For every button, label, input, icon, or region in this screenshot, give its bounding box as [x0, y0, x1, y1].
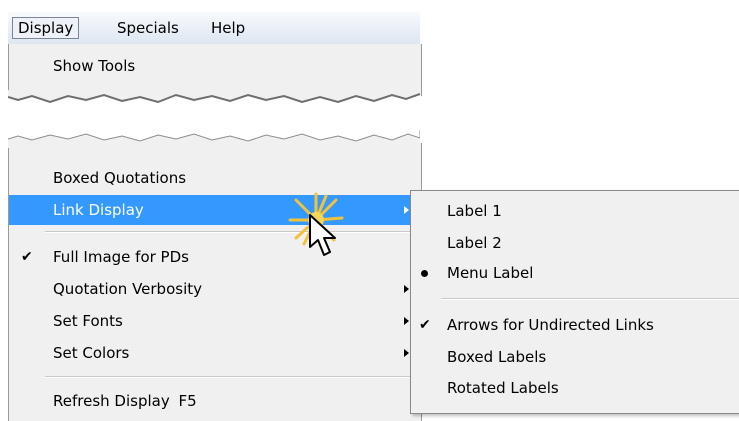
menu-item-boxed-quotations[interactable]: Boxed Quotations	[9, 163, 421, 193]
checkmark-icon: ✔	[419, 317, 431, 333]
menu-item-refresh-display[interactable]: Refresh Display F5	[9, 386, 421, 416]
submenu-item-boxed-labels[interactable]: Boxed Labels	[411, 342, 739, 372]
submenu-item-label-1[interactable]: Label 1	[411, 196, 739, 226]
submenu-item-menu-label[interactable]: Menu Label	[411, 258, 739, 288]
menu-item-show-tools[interactable]: Show Tools	[53, 54, 135, 78]
refresh-display-label: Refresh Display	[53, 392, 170, 410]
shortcut-label: F5	[178, 392, 197, 410]
menu-separator	[45, 231, 421, 233]
submenu-item-label-2[interactable]: Label 2	[411, 228, 739, 258]
radio-dot-icon	[421, 270, 428, 277]
menu-item-label: Quotation Verbosity	[53, 280, 202, 298]
menu-item-full-image-for-pds[interactable]: ✔ Full Image for PDs	[9, 242, 421, 272]
menu-item-quotation-verbosity[interactable]: Quotation Verbosity	[9, 274, 421, 304]
display-menu: Boxed Quotations Link Display ✔ Full Ima…	[8, 143, 422, 421]
menu-item-label: Refresh Display F5	[53, 386, 197, 416]
torn-edge-bottom	[8, 130, 420, 148]
mouse-pointer-icon	[309, 214, 336, 256]
menu-display[interactable]: Display	[12, 17, 80, 39]
menu-help[interactable]: Help	[206, 17, 250, 39]
checkmark-icon: ✔	[21, 249, 33, 265]
submenu-separator	[441, 298, 739, 300]
menu-bar: Display Specials Help	[8, 12, 420, 45]
submenu-item-label: Label 2	[447, 234, 502, 252]
display-dropdown-top-fragment: Show Tools	[8, 44, 422, 96]
submenu-arrow-icon	[404, 206, 409, 214]
submenu-item-label: Arrows for Undirected Links	[447, 316, 654, 334]
submenu-arrow-icon	[404, 349, 409, 357]
submenu-arrow-icon	[404, 285, 409, 293]
menu-item-label: Link Display	[53, 201, 144, 219]
submenu-item-label: Rotated Labels	[447, 379, 559, 397]
menu-separator	[45, 376, 421, 378]
menu-item-set-fonts[interactable]: Set Fonts	[9, 306, 421, 336]
menu-item-label: Full Image for PDs	[53, 248, 189, 266]
menu-specials[interactable]: Specials	[112, 17, 184, 39]
menu-item-link-display[interactable]: Link Display	[9, 195, 421, 225]
submenu-item-label: Boxed Labels	[447, 348, 547, 366]
menu-item-label: Set Colors	[53, 344, 130, 362]
submenu-item-label: Menu Label	[447, 264, 534, 282]
submenu-item-rotated-labels[interactable]: Rotated Labels	[411, 373, 739, 403]
torn-edge-top	[8, 90, 420, 104]
menu-item-label: Set Fonts	[53, 312, 123, 330]
submenu-item-arrows-for-undirected-links[interactable]: ✔ Arrows for Undirected Links	[411, 310, 739, 340]
link-display-submenu: Label 1 Label 2 Menu Label ✔ Arrows for …	[410, 190, 739, 414]
menu-item-set-colors[interactable]: Set Colors	[9, 338, 421, 368]
submenu-arrow-icon	[404, 317, 409, 325]
menu-item-label: Boxed Quotations	[53, 169, 187, 187]
submenu-item-label: Label 1	[447, 202, 502, 220]
